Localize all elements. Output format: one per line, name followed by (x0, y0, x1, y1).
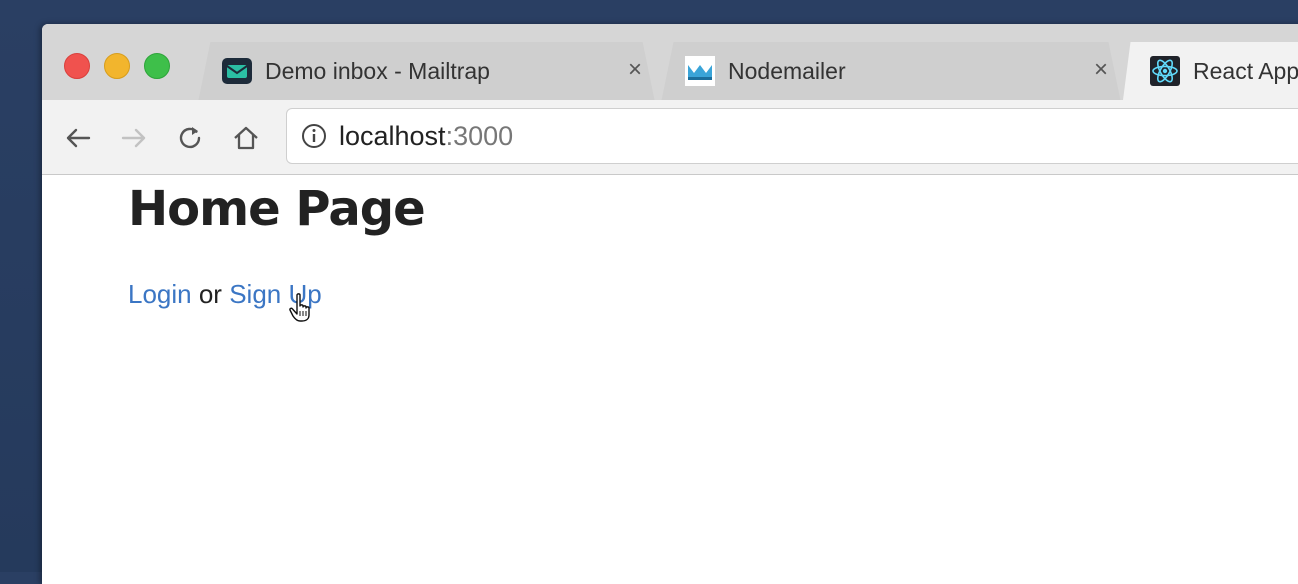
hand-cursor-icon (289, 293, 310, 322)
tab-react-app[interactable]: React App (1117, 42, 1298, 100)
tab-strip: Demo inbox - Mailtrap × Nodemailer × Rea… (42, 24, 1298, 100)
react-icon (1149, 55, 1181, 87)
forward-arrow-icon (121, 128, 146, 148)
tab-mailtrap[interactable]: Demo inbox - Mailtrap × (189, 42, 664, 100)
tab-title: Nodemailer (728, 57, 846, 84)
close-tab-icon[interactable]: × (1094, 58, 1108, 82)
info-icon[interactable] (299, 121, 329, 151)
login-link[interactable]: Login (128, 279, 192, 309)
address-bar[interactable]: localhost:3000 (286, 108, 1298, 164)
reload-button[interactable] (172, 120, 208, 156)
reload-icon (179, 127, 201, 149)
back-arrow-icon (66, 128, 91, 148)
page-content: Home Page Login or Sign Up (42, 175, 1298, 584)
browser-toolbar: localhost:3000 (42, 100, 1298, 175)
url-port: :3000 (445, 120, 514, 151)
or-text: or (191, 279, 230, 309)
forward-button[interactable] (116, 120, 152, 156)
browser-window: Demo inbox - Mailtrap × Nodemailer × Rea… (42, 24, 1298, 584)
zoom-window-button[interactable] (144, 53, 170, 79)
page-title: Home Page (128, 181, 426, 237)
nodemailer-icon (684, 55, 716, 87)
mailtrap-icon (221, 55, 253, 87)
minimize-window-button[interactable] (104, 53, 130, 79)
close-window-button[interactable] (64, 53, 90, 79)
url-host: localhost (339, 120, 446, 151)
tab-title: Demo inbox - Mailtrap (265, 57, 490, 84)
tab-title: React App (1193, 57, 1298, 84)
back-button[interactable] (60, 120, 96, 156)
home-icon (234, 126, 258, 150)
home-button[interactable] (228, 120, 264, 156)
tab-nodemailer[interactable]: Nodemailer × (652, 42, 1130, 100)
close-tab-icon[interactable]: × (628, 58, 642, 82)
